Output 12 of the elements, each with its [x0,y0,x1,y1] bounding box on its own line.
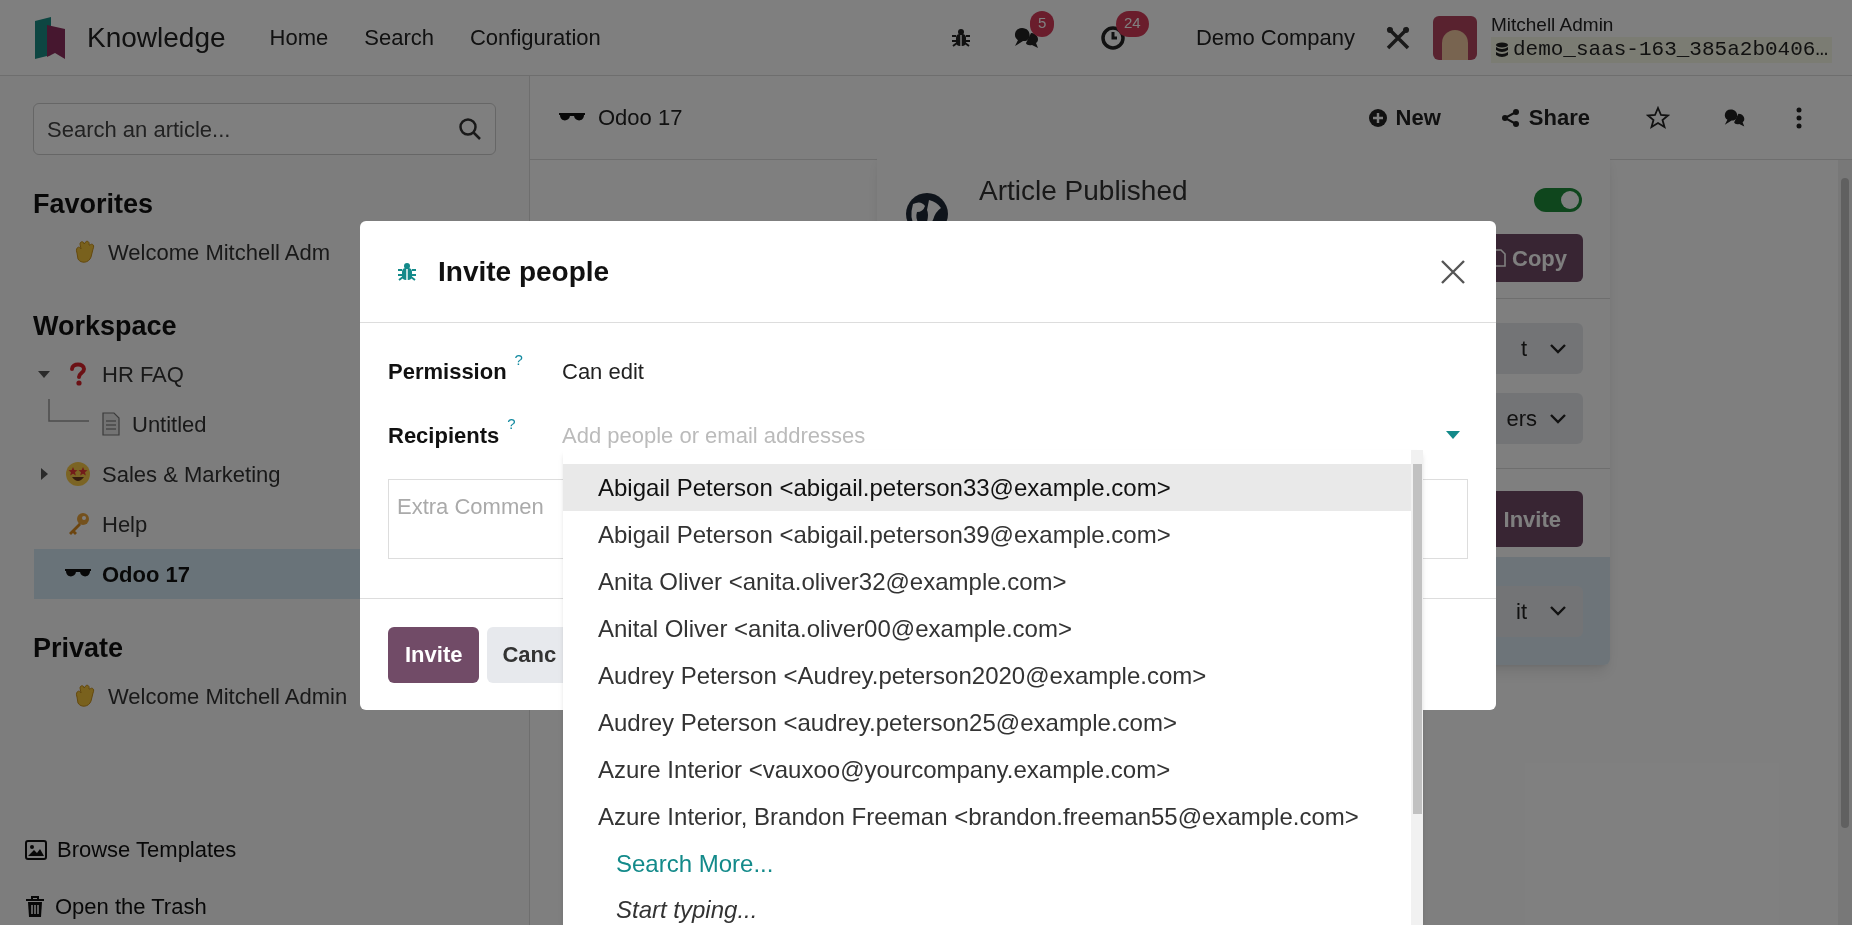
database-name: demo_saas-163_385a2b0406… [1512,36,1828,63]
section-heading: Private [33,632,124,665]
message-count-badge: 5 [1030,10,1055,37]
section-heading: Workspace [33,310,177,343]
dialog-title: Invite people [438,254,610,289]
field-label: Recipients [388,421,500,450]
activity-count-badge: 24 [1116,10,1149,37]
article-title: Odoo 17 [598,104,683,132]
field-label: Permission [388,357,507,386]
publish-title: Article Published [979,174,1188,208]
section-heading: Favorites [33,188,154,221]
typing-hint: Start typing... [615,895,759,925]
